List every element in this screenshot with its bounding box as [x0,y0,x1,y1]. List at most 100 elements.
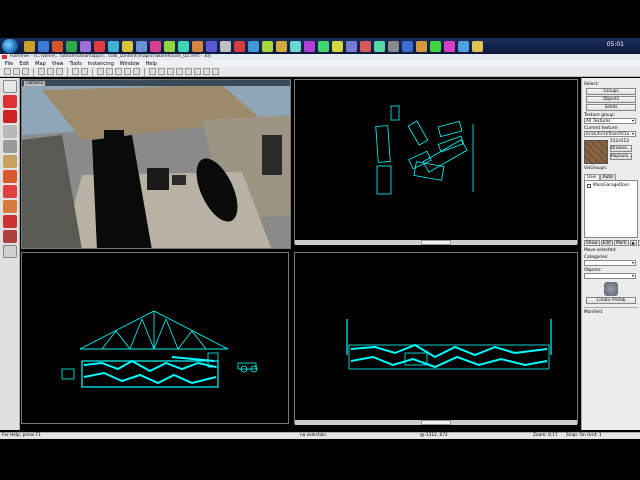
taskbar-app-icon[interactable] [276,40,287,52]
visgroup-checkbox[interactable] [587,183,591,188]
taskbar-app-icon[interactable] [416,40,427,52]
mark-button[interactable]: Mark [613,240,629,246]
menu-window[interactable]: Window [120,61,140,67]
camera-viewport-label[interactable]: camera [24,81,45,86]
tab-auto[interactable]: Auto [599,174,616,180]
taskbar-app-icon[interactable] [262,40,273,52]
taskbar-app-icon[interactable] [248,40,259,52]
solids-button[interactable]: Solids [586,104,636,111]
taskbar-app-icon[interactable] [304,40,315,52]
side-viewport[interactable] [294,252,578,425]
taskbar-app-icon[interactable] [178,40,189,52]
ungroup-icon[interactable] [115,68,122,75]
menu-file[interactable]: File [5,61,13,67]
grid-toggle-icon[interactable] [38,68,45,75]
taskbar-app-icon[interactable] [374,40,385,52]
top-viewport-scrollbar[interactable] [295,240,577,245]
grid-smaller-icon[interactable] [47,68,54,75]
create-prefab-button[interactable]: Create Prefab [586,297,636,304]
objects-select[interactable] [584,273,636,279]
apply-decals-icon[interactable] [3,185,17,198]
side-viewport-scrollbar[interactable] [295,420,577,425]
group-icon[interactable] [106,68,113,75]
toggle-helpers-icon[interactable] [203,68,210,75]
apply-current-texture-icon[interactable] [3,170,17,183]
grid-larger-icon[interactable] [56,68,63,75]
taskbar-app-icon[interactable] [164,40,175,52]
path-tool-icon[interactable] [3,245,17,258]
tab-user[interactable]: User [584,174,600,180]
taskbar-app-icon[interactable] [38,40,49,52]
save-file-icon[interactable] [22,68,29,75]
taskbar-app-icon[interactable] [206,40,217,52]
arrow-up-icon[interactable]: ▲ [629,240,637,246]
menu-map[interactable]: Map [35,61,46,67]
categories-select[interactable] [584,260,636,266]
start-button[interactable] [2,39,18,53]
taskbar-app-icon[interactable] [66,40,77,52]
scrollbar-thumb[interactable] [421,240,451,245]
taskbar-app-icon[interactable] [108,40,119,52]
clipping-tool-icon[interactable] [3,215,17,228]
edit-button[interactable]: Edit [600,240,613,246]
snap-to-grid-icon[interactable] [194,68,201,75]
menu-view[interactable]: View [52,61,64,67]
undo-icon[interactable] [72,68,79,75]
taskbar-app-icon[interactable] [458,40,469,52]
camera-viewport[interactable]: camera [21,79,291,249]
redo-icon[interactable] [81,68,88,75]
taskbar-app-icon[interactable] [430,40,441,52]
new-file-icon[interactable] [4,68,11,75]
taskbar-app-icon[interactable] [52,40,63,52]
taskbar-app-icon[interactable] [192,40,203,52]
taskbar-app-icon[interactable] [388,40,399,52]
objects-button[interactable]: Objects [586,96,636,103]
apply-overlays-icon[interactable] [3,200,17,213]
entity-report-icon[interactable] [158,68,165,75]
taskbar-app-icon[interactable] [332,40,343,52]
taskbar-app-icon[interactable] [290,40,301,52]
taskbar-app-icon[interactable] [234,40,245,52]
current-texture-select[interactable]: brick/brickfloor001a [584,131,636,137]
taskbar-app-icon[interactable] [472,40,483,52]
visgroups-list[interactable]: MainGarageDoor [584,180,638,238]
top-viewport[interactable] [294,79,578,245]
texture-group-select[interactable]: All Textures [584,118,636,124]
camera-tool-icon[interactable] [3,110,17,123]
vertex-tool-icon[interactable] [3,230,17,243]
auto-selection-icon[interactable] [176,68,183,75]
hide-icon[interactable] [124,68,131,75]
manifest-label[interactable]: Manifest [584,310,602,315]
front-viewport[interactable] [21,252,289,424]
run-map-icon[interactable] [149,68,156,75]
block-tool-icon[interactable] [3,140,17,153]
entity-tool-icon[interactable] [3,125,17,138]
taskbar-app-icon[interactable] [80,40,91,52]
menu-tools[interactable]: Tools [70,61,82,67]
magnify-tool-icon[interactable] [3,95,17,108]
show-button[interactable]: Show [584,240,600,246]
carve-icon[interactable] [97,68,104,75]
toggle-cordon-icon[interactable] [185,68,192,75]
toggle-texture-application-icon[interactable] [3,155,17,168]
taskbar-app-icon[interactable] [150,40,161,52]
check-problems-icon[interactable] [167,68,174,75]
taskbar-app-icon[interactable] [346,40,357,52]
menu-help[interactable]: Help [145,61,156,67]
taskbar-app-icon[interactable] [318,40,329,52]
taskbar-app-icon[interactable] [136,40,147,52]
groups-button[interactable]: Groups [586,88,636,95]
taskbar-app-icon[interactable] [24,40,35,52]
menu-instancing[interactable]: Instancing [88,61,114,67]
scrollbar-thumb[interactable] [421,420,451,425]
taskbar-app-icon[interactable] [220,40,231,52]
list-item[interactable]: MainGarageDoor [587,183,635,188]
replace-button[interactable]: Replace... [610,153,632,160]
menu-edit[interactable]: Edit [19,61,29,67]
open-file-icon[interactable] [13,68,20,75]
selection-tool-icon[interactable] [3,80,17,93]
texture-lock-icon[interactable] [133,68,140,75]
taskbar-app-icon[interactable] [444,40,455,52]
taskbar-app-icon[interactable] [402,40,413,52]
toggle-models-icon[interactable] [212,68,219,75]
